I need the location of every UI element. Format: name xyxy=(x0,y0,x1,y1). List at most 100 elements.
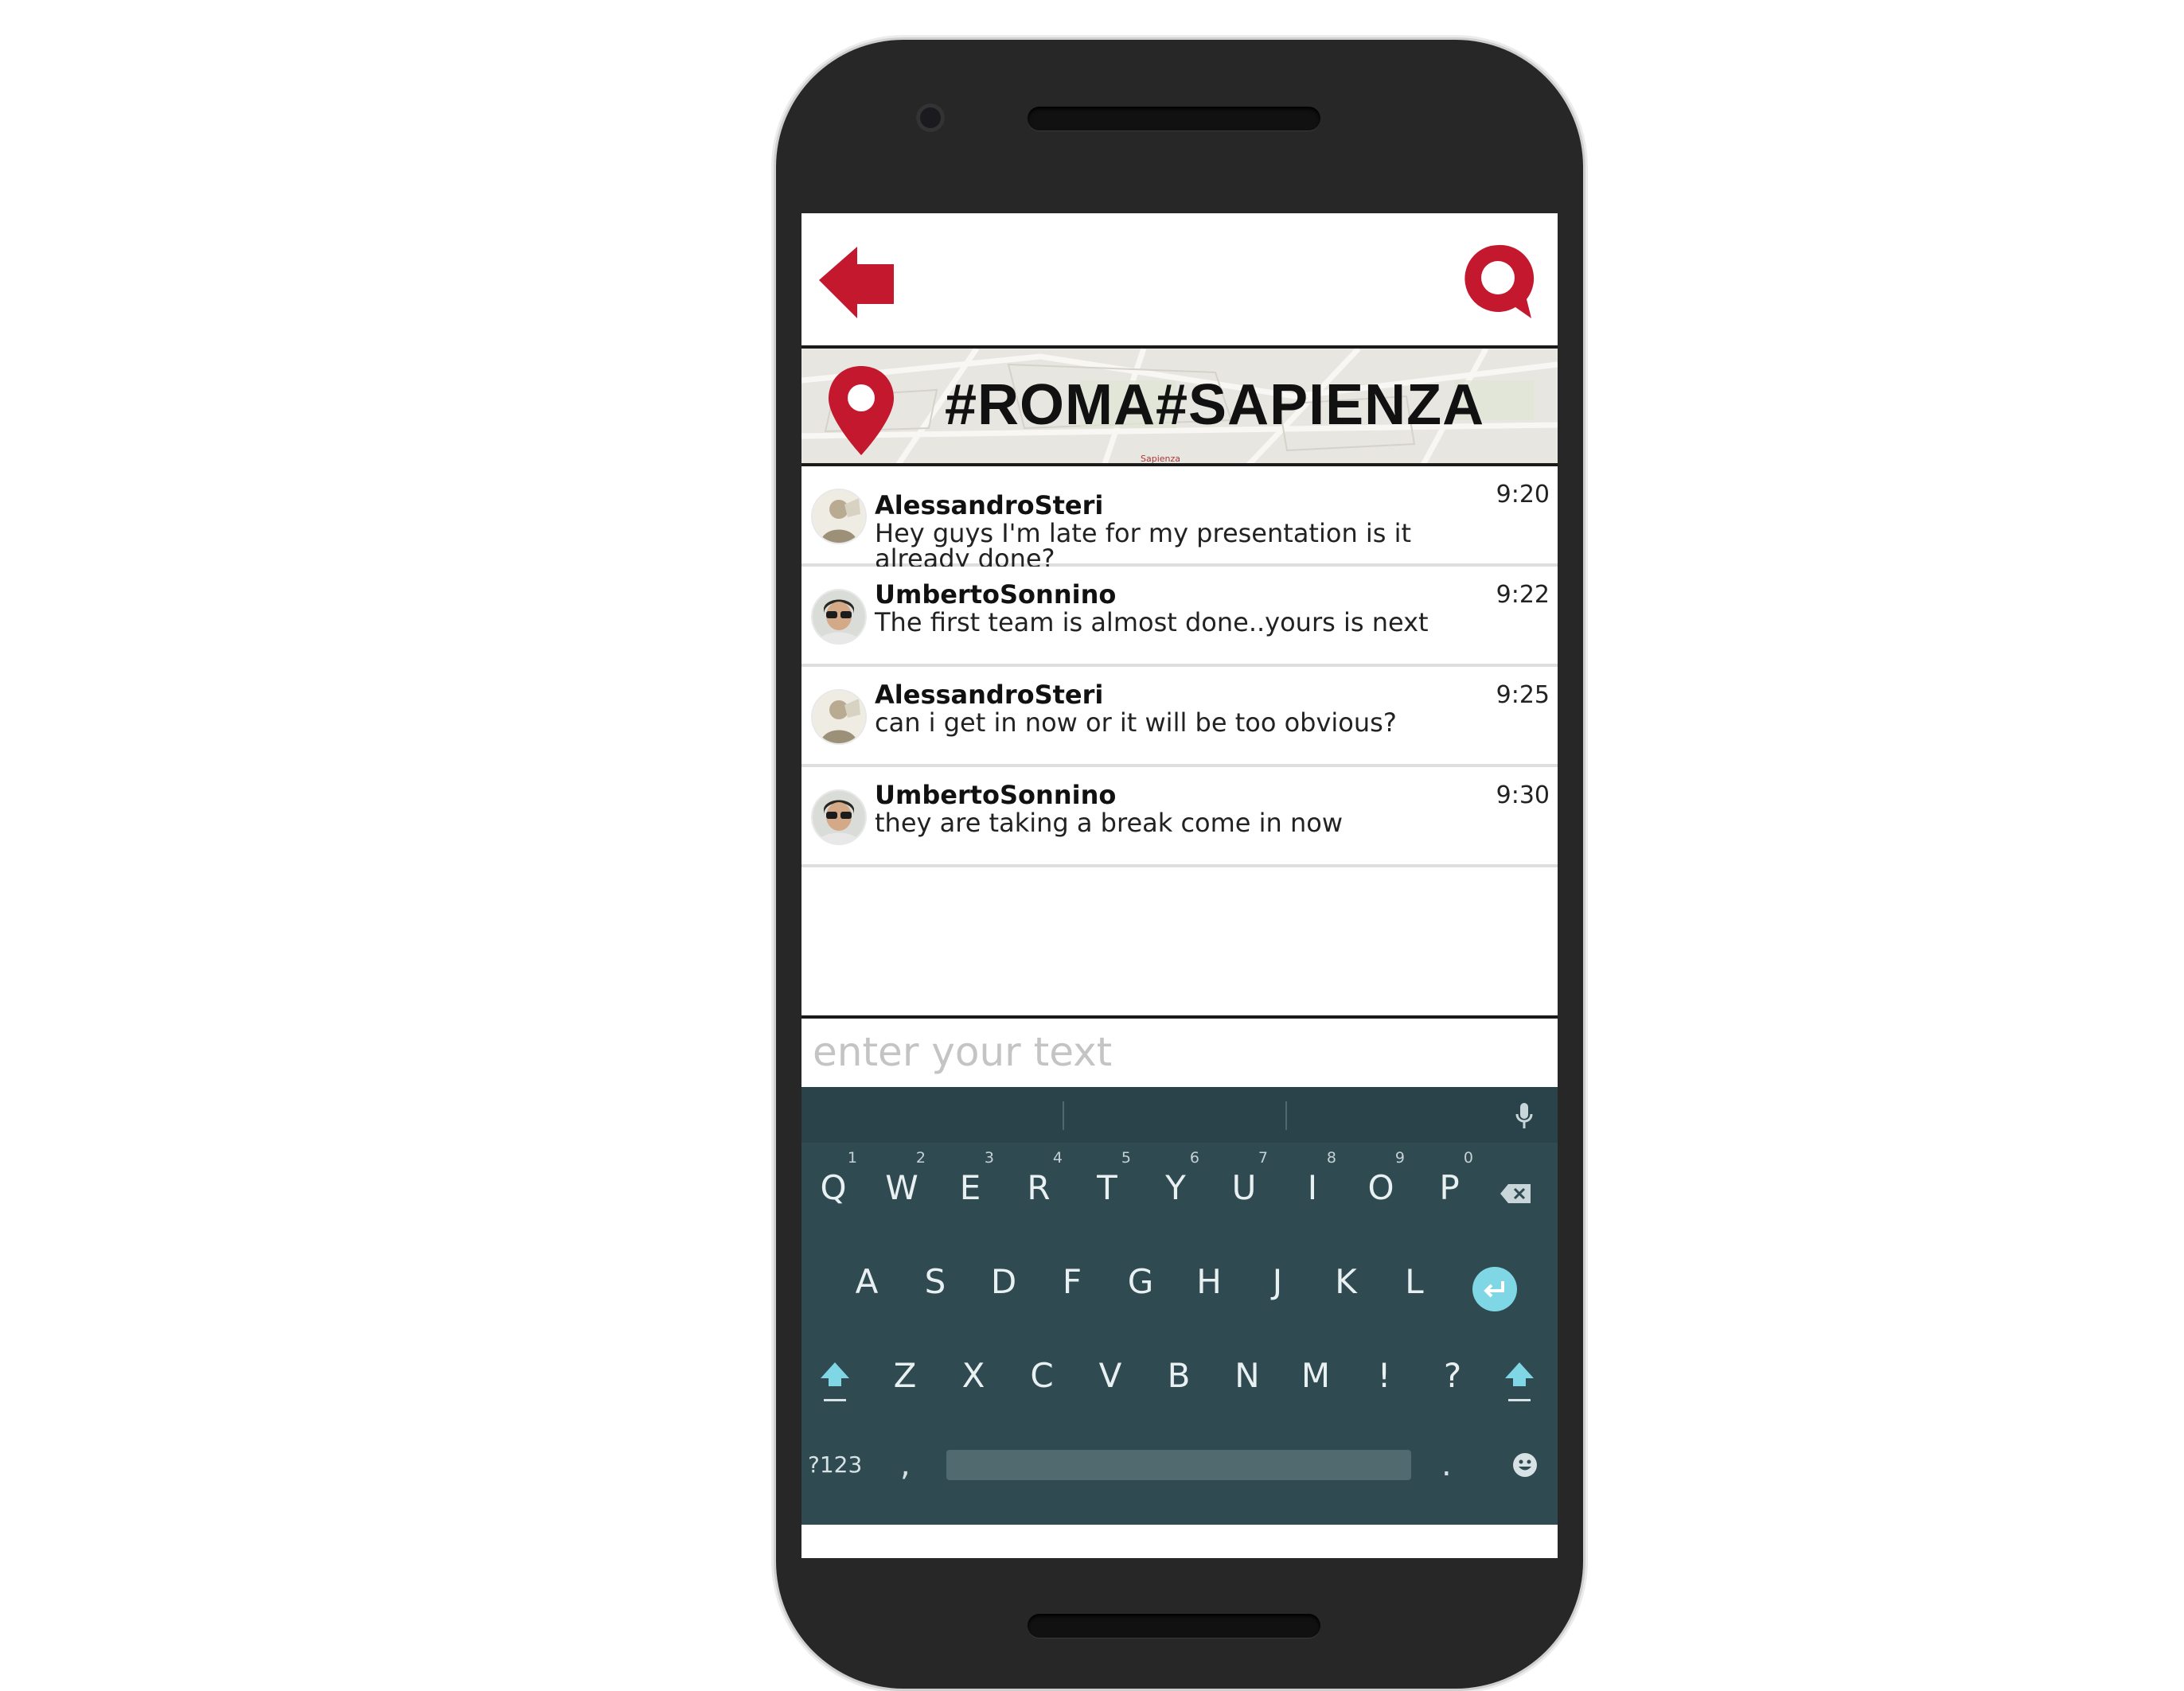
key-r[interactable]: 4R xyxy=(1005,1144,1072,1224)
key-label: X xyxy=(961,1356,985,1395)
backspace-icon[interactable] xyxy=(1499,1183,1532,1205)
key-t[interactable]: 5T xyxy=(1074,1144,1141,1224)
sender-name: AlessandroSteri xyxy=(875,490,1104,520)
key-g[interactable]: G xyxy=(1107,1238,1174,1318)
key-hint: 7 xyxy=(1258,1149,1268,1167)
period-key[interactable]: . xyxy=(1441,1447,1452,1483)
space-bar[interactable] xyxy=(946,1450,1411,1480)
key-b[interactable]: B xyxy=(1145,1332,1212,1412)
key-y[interactable]: 6Y xyxy=(1142,1144,1209,1224)
key-z[interactable]: Z xyxy=(872,1332,938,1412)
message-text: they are taking a break come in now xyxy=(875,808,1344,838)
key-hint: 4 xyxy=(1052,1149,1063,1167)
avatar-alessandro xyxy=(813,691,865,743)
emoji-icon[interactable] xyxy=(1511,1451,1539,1479)
sender-name: AlessandroSteri xyxy=(875,680,1104,710)
avatar-umberto xyxy=(813,590,865,643)
chat-button[interactable] xyxy=(1458,240,1538,320)
message-item[interactable]: UmbertoSonnino The first team is almost … xyxy=(801,567,1558,667)
enter-button[interactable] xyxy=(1472,1267,1517,1311)
key-label: S xyxy=(924,1262,946,1301)
key-label: K xyxy=(1335,1262,1357,1301)
shift-icon xyxy=(1505,1362,1534,1386)
key-label: P xyxy=(1439,1168,1460,1207)
key-c[interactable]: C xyxy=(1008,1332,1075,1412)
suggestion-bar xyxy=(801,1087,1558,1143)
key-label: H xyxy=(1196,1262,1222,1301)
key-label: Q xyxy=(820,1168,847,1207)
keyboard: 1Q 2W 3E 4R 5T 6Y 7U 8I 9O 0P A S D F G … xyxy=(801,1087,1558,1525)
key-x[interactable]: X xyxy=(940,1332,1007,1412)
key-label: B xyxy=(1167,1356,1191,1395)
location-banner: #ROMA#SAPIENZA Sapienza xyxy=(801,349,1558,466)
message-time: 9:25 xyxy=(1496,681,1550,709)
key-label: ? xyxy=(1443,1356,1462,1395)
mic-icon[interactable] xyxy=(1513,1101,1535,1130)
key-j[interactable]: J xyxy=(1244,1238,1311,1318)
key-p[interactable]: 0P xyxy=(1416,1144,1483,1224)
app-screen: #ROMA#SAPIENZA Sapienza AlessandroSteri … xyxy=(801,213,1558,1558)
key-hint: 5 xyxy=(1121,1149,1131,1167)
chat-bubble-icon xyxy=(1464,244,1535,318)
key-hint: 3 xyxy=(984,1149,994,1167)
key-label: F xyxy=(1062,1262,1082,1301)
key-label: U xyxy=(1231,1168,1257,1207)
avatar-umberto xyxy=(813,791,865,844)
key-u[interactable]: 7U xyxy=(1211,1144,1277,1224)
key-label: M xyxy=(1301,1356,1331,1395)
composer xyxy=(801,1015,1558,1087)
key-label: O xyxy=(1367,1168,1394,1207)
shift-left-button[interactable] xyxy=(817,1361,852,1409)
key-label: N xyxy=(1234,1356,1260,1395)
shift-right-button[interactable] xyxy=(1502,1361,1537,1409)
map-place-label: Sapienza xyxy=(1141,454,1181,464)
key-label: W xyxy=(885,1168,918,1207)
shift-icon xyxy=(821,1362,849,1386)
key-e[interactable]: 3E xyxy=(937,1144,1004,1224)
message-item[interactable]: AlessandroSteri can i get in now or it w… xyxy=(801,667,1558,767)
key-f[interactable]: F xyxy=(1039,1238,1106,1318)
key-h[interactable]: H xyxy=(1176,1238,1242,1318)
enter-icon xyxy=(1484,1281,1504,1298)
message-time: 9:30 xyxy=(1496,781,1550,809)
key-label: R xyxy=(1027,1168,1051,1207)
key-label: E xyxy=(959,1168,981,1207)
key-hint: 2 xyxy=(915,1149,926,1167)
message-item[interactable]: AlessandroSteri Hey guys I'm late for my… xyxy=(801,466,1558,571)
comma-key[interactable]: , xyxy=(900,1447,911,1483)
key-l[interactable]: L xyxy=(1381,1238,1448,1318)
key-label: J xyxy=(1272,1262,1283,1301)
key-question[interactable]: ? xyxy=(1419,1332,1486,1412)
message-time: 9:20 xyxy=(1496,481,1550,508)
key-m[interactable]: M xyxy=(1282,1332,1349,1412)
key-i[interactable]: 8I xyxy=(1279,1144,1346,1224)
message-text: can i get in now or it will be too obvio… xyxy=(875,707,1397,738)
key-label: T xyxy=(1097,1168,1117,1207)
bottom-speaker xyxy=(1028,1614,1320,1638)
message-item[interactable]: UmbertoSonnino they are taking a break c… xyxy=(801,767,1558,867)
key-n[interactable]: N xyxy=(1214,1332,1281,1412)
key-q[interactable]: 1Q xyxy=(801,1144,867,1224)
suggestion-divider xyxy=(1285,1101,1287,1130)
message-input[interactable] xyxy=(811,1023,1546,1081)
key-a[interactable]: A xyxy=(833,1238,900,1318)
message-text: Hey guys I'm late for my presentation is… xyxy=(875,518,1412,574)
key-hint: 1 xyxy=(847,1149,857,1167)
avatar-alessandro xyxy=(813,490,865,543)
key-exclamation[interactable]: ! xyxy=(1351,1332,1418,1412)
shift-underline xyxy=(1508,1399,1531,1401)
key-label: Z xyxy=(893,1356,917,1395)
key-o[interactable]: 9O xyxy=(1347,1144,1414,1224)
key-label: V xyxy=(1098,1356,1122,1395)
key-v[interactable]: V xyxy=(1077,1332,1144,1412)
key-hint: 9 xyxy=(1394,1149,1405,1167)
suggestion-divider xyxy=(1063,1101,1064,1130)
key-hint: 8 xyxy=(1326,1149,1336,1167)
symbols-key[interactable]: ?123 xyxy=(808,1451,862,1478)
back-button[interactable] xyxy=(817,242,897,321)
key-w[interactable]: 2W xyxy=(868,1144,935,1224)
key-d[interactable]: D xyxy=(970,1238,1037,1318)
key-s[interactable]: S xyxy=(902,1238,969,1318)
key-k[interactable]: K xyxy=(1312,1238,1379,1318)
sender-name: UmbertoSonnino xyxy=(875,579,1117,610)
